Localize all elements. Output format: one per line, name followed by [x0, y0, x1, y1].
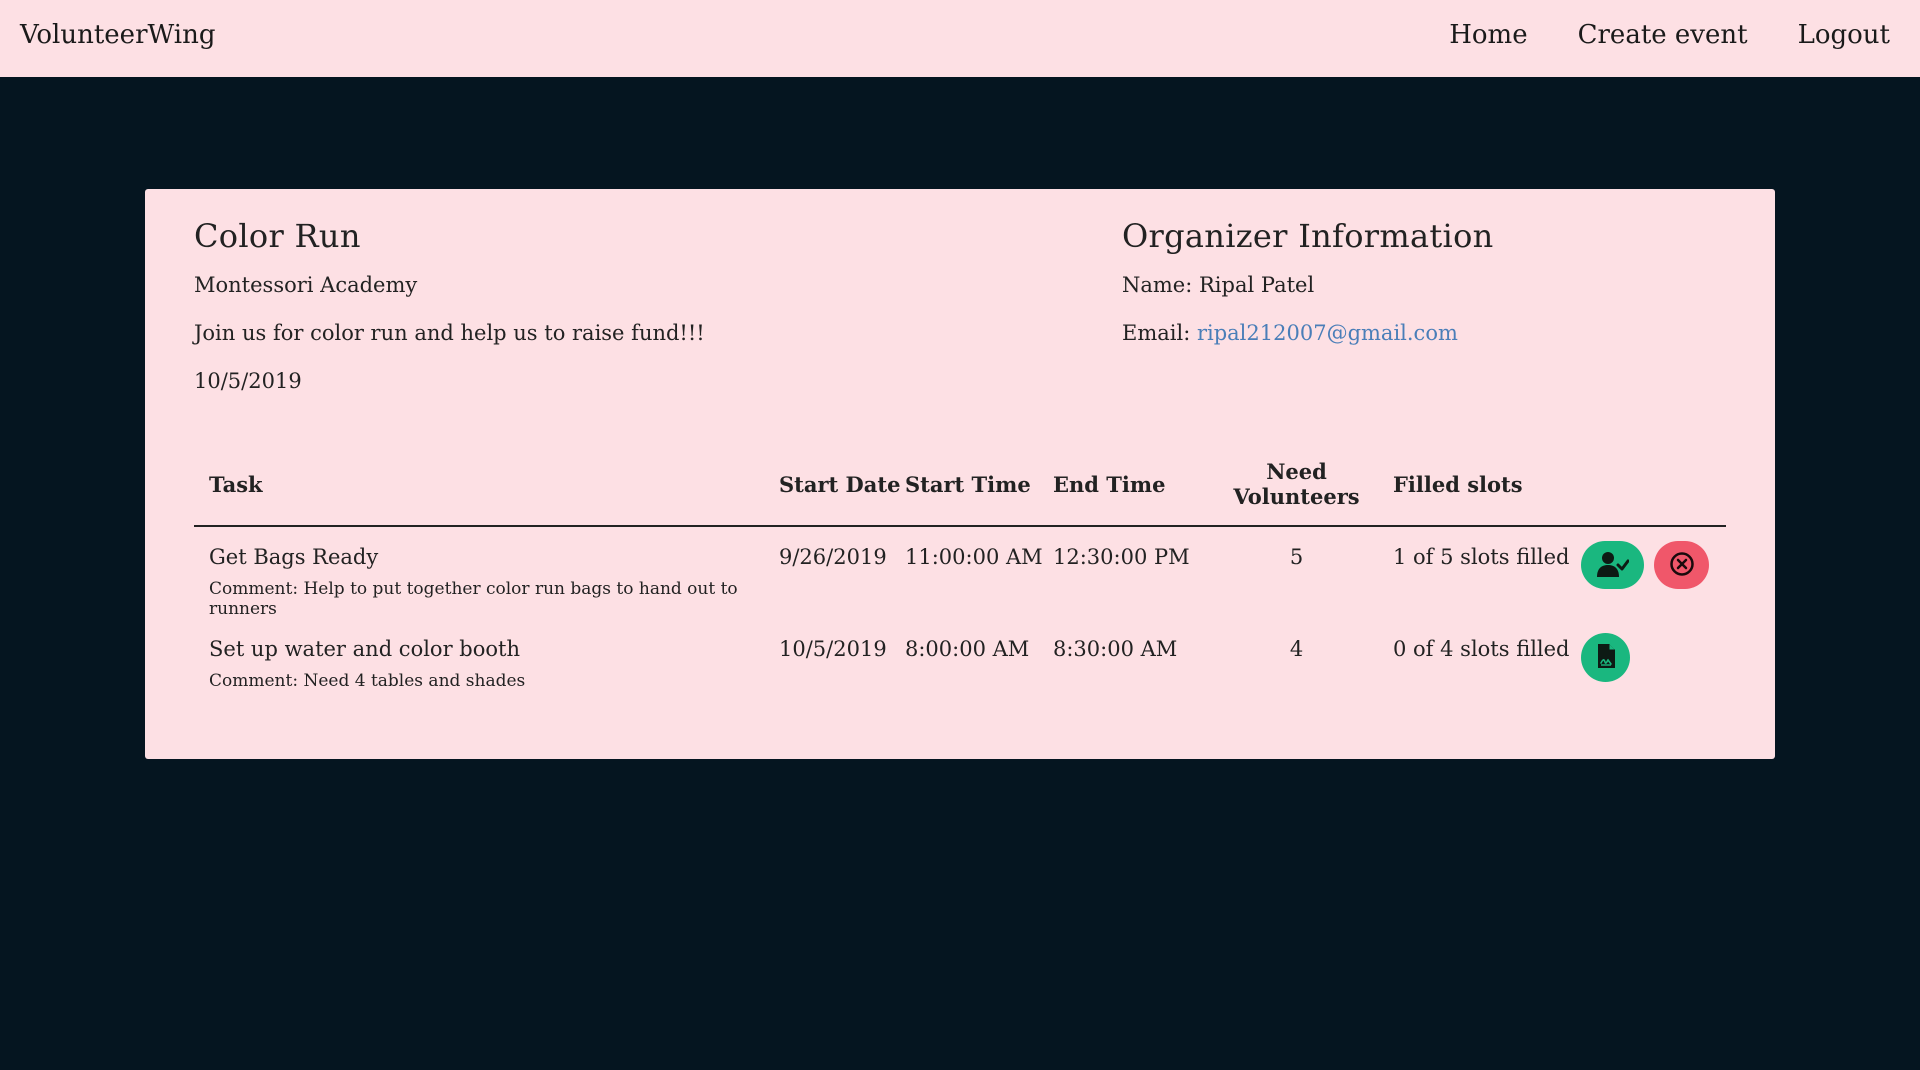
organizer-info: Organizer Information Name: Ripal Patel … [1122, 217, 1494, 369]
actions-cell [1581, 619, 1726, 691]
nav-links: Home Create event Logout [1449, 20, 1890, 50]
organizer-name: Ripal Patel [1199, 273, 1315, 297]
header-need-volunteers: Need Volunteers [1200, 459, 1393, 527]
event-description: Join us for color run and help us to rai… [194, 321, 705, 345]
table-row: Get Bags Ready Comment: Help to put toge… [194, 526, 1726, 619]
task-name: Set up water and color booth [209, 637, 520, 661]
task-cell: Set up water and color booth Comment: Ne… [194, 619, 779, 691]
organizer-heading: Organizer Information [1122, 217, 1494, 255]
header-start-time: Start Time [905, 459, 1053, 527]
task-cell: Get Bags Ready Comment: Help to put toge… [194, 526, 779, 619]
task-name: Get Bags Ready [209, 545, 379, 569]
brand-logo-link[interactable]: VolunteerWing [20, 20, 215, 50]
top-navbar: VolunteerWing Home Create event Logout [0, 0, 1920, 77]
need-volunteers-cell: 5 [1289, 545, 1304, 569]
table-row: Set up water and color booth Comment: Ne… [194, 619, 1726, 691]
organizer-name-label: Name: [1122, 273, 1193, 297]
header-actions [1581, 459, 1726, 527]
organizer-name-line: Name: Ripal Patel [1122, 273, 1494, 297]
task-comment: Comment: Need 4 tables and shades [209, 671, 526, 691]
filled-slots-cell: 1 of 5 slots filled [1393, 545, 1570, 569]
nav-link-logout[interactable]: Logout [1798, 20, 1890, 50]
filled-slots-cell: 0 of 4 slots filled [1393, 637, 1570, 661]
table-header-row: Task Start Date Start Time End Time Need… [194, 459, 1726, 527]
header-start-date: Start Date [779, 459, 905, 527]
volunteer-signed-up-button[interactable] [1581, 541, 1644, 589]
start-time-cell: 11:00:00 AM [905, 545, 1043, 569]
actions-cell [1581, 526, 1726, 619]
user-check-icon [1596, 550, 1629, 581]
nav-link-create-event[interactable]: Create event [1578, 20, 1748, 50]
end-time-cell: 12:30:00 PM [1053, 545, 1190, 569]
header-filled-slots: Filled slots [1393, 459, 1581, 527]
start-date-cell: 9/26/2019 [779, 545, 887, 569]
row-actions [1581, 633, 1726, 682]
tasks-table: Task Start Date Start Time End Time Need… [194, 459, 1726, 691]
organizer-email-line: Email: ripal212007@gmail.com [1122, 321, 1494, 345]
nav-link-home[interactable]: Home [1449, 20, 1527, 50]
start-date-cell: 10/5/2019 [779, 637, 887, 661]
organizer-email-link[interactable]: ripal212007@gmail.com [1197, 321, 1458, 345]
end-time-cell: 8:30:00 AM [1053, 637, 1178, 661]
event-date: 10/5/2019 [194, 369, 302, 393]
row-actions [1581, 541, 1726, 589]
task-comment: Comment: Help to put together color run … [209, 579, 738, 619]
header-task: Task [194, 459, 779, 527]
header-end-time: End Time [1053, 459, 1200, 527]
event-title: Color Run [194, 217, 361, 255]
start-time-cell: 8:00:00 AM [905, 637, 1030, 661]
signup-document-icon [1596, 643, 1616, 672]
cancel-signup-button[interactable] [1654, 541, 1709, 589]
event-location: Montessori Academy [194, 273, 418, 297]
need-volunteers-cell: 4 [1289, 637, 1304, 661]
event-info: Color Run Montessori Academy Join us for… [194, 217, 705, 417]
organizer-email-label: Email: [1122, 321, 1191, 345]
cancel-circle-icon [1669, 551, 1695, 580]
signup-button[interactable] [1581, 633, 1630, 682]
event-card: Color Run Montessori Academy Join us for… [145, 189, 1775, 759]
